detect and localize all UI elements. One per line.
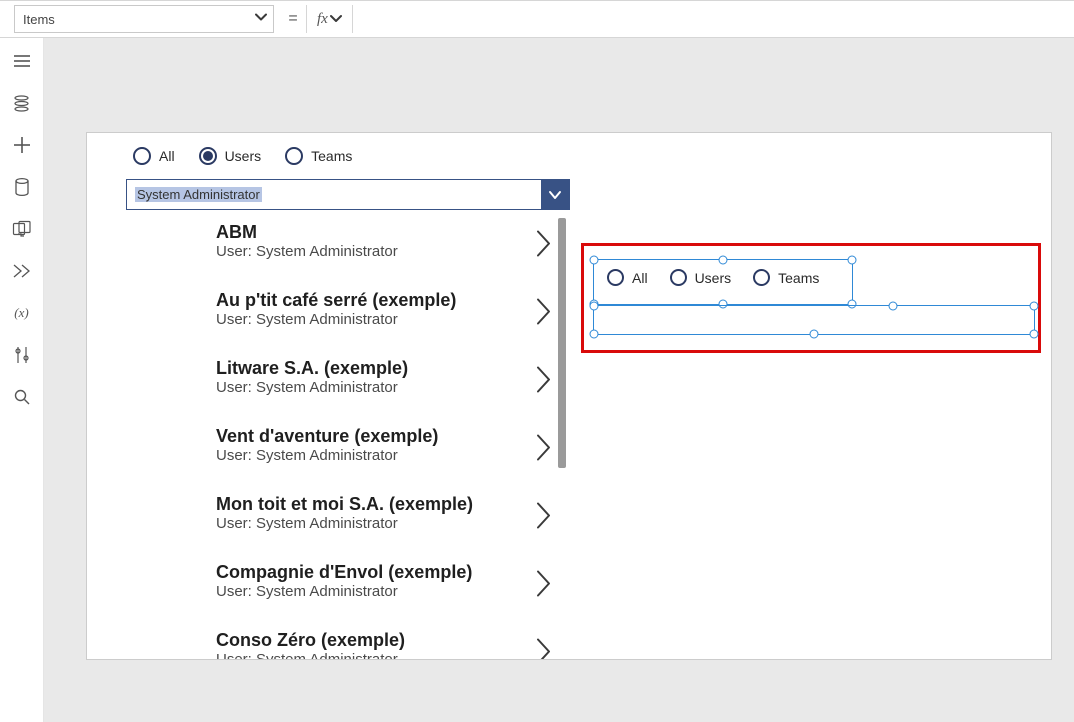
radio-label: Users [695,270,732,286]
radio-label: All [632,270,648,286]
item-title: ABM [216,222,556,243]
item-subtitle: User: System Administrator [216,515,556,532]
radio-label: Teams [778,270,819,286]
item-title: Conso Zéro (exemple) [216,630,556,651]
scrollbar[interactable] [556,212,570,659]
user-dropdown-value: System Administrator [127,180,541,209]
dropdown-toggle[interactable] [541,180,569,209]
radio-all[interactable]: All [133,147,175,165]
chevron-down-icon [255,12,267,27]
advanced-tools-icon[interactable] [13,346,31,364]
power-automate-icon[interactable] [13,262,31,280]
scroll-thumb[interactable] [558,218,566,468]
item-subtitle: User: System Administrator [216,379,556,396]
radio-ring-icon [607,269,624,286]
radio-label: Teams [311,148,352,164]
list-item[interactable]: Litware S.A. (exemple)User: System Admin… [126,348,556,416]
formula-input[interactable] [352,5,1074,33]
formula-bar: Items = fx [0,0,1074,38]
item-title: Litware S.A. (exemple) [216,358,556,379]
item-title: Vent d'aventure (exemple) [216,426,556,447]
item-subtitle: User: System Administrator [216,447,556,464]
canvas-area[interactable]: AllUsersTeams System Administrator ABMUs… [44,38,1074,722]
fx-icon: fx [317,11,328,28]
hamburger-icon[interactable] [13,52,31,70]
variables-icon[interactable]: (x) [13,304,31,322]
item-subtitle: User: System Administrator [216,583,556,600]
chevron-right-icon[interactable] [536,366,552,399]
chevron-right-icon[interactable] [536,298,552,331]
filter-radio-group: All Users Teams [133,147,352,165]
list-item[interactable]: Au p'tit café serré (exemple)User: Syste… [126,280,556,348]
radio-users[interactable]: Users [670,269,732,286]
chevron-right-icon[interactable] [536,570,552,603]
radio-teams[interactable]: Teams [753,269,819,286]
tree-view-icon[interactable] [13,94,31,112]
list-item[interactable]: Compagnie d'Envol (exemple)User: System … [126,552,556,620]
chevron-down-icon [330,13,342,25]
radio-label: All [159,148,175,164]
app-canvas[interactable]: AllUsersTeams System Administrator ABMUs… [86,132,1052,660]
chevron-right-icon[interactable] [536,230,552,263]
item-title: Mon toit et moi S.A. (exemple) [216,494,556,515]
property-select-value: Items [23,12,55,27]
item-subtitle: User: System Administrator [216,243,556,260]
radio-all[interactable]: All [607,269,648,286]
list-item[interactable]: ABMUser: System Administrator [126,212,556,280]
list-item[interactable]: Mon toit et moi S.A. (exemple)User: Syst… [126,484,556,552]
data-icon[interactable] [13,178,31,196]
radio-teams[interactable]: Teams [285,147,352,165]
fx-button[interactable]: fx [306,5,352,33]
chevron-right-icon[interactable] [536,502,552,535]
item-title: Compagnie d'Envol (exemple) [216,562,556,583]
list-item[interactable]: Vent d'aventure (exemple)User: System Ad… [126,416,556,484]
search-icon[interactable] [13,388,31,406]
item-subtitle: User: System Administrator [216,311,556,328]
left-rail: (x) [0,38,44,722]
filter-radio-group-new[interactable]: All Users Teams [593,259,853,305]
item-subtitle: User: System Administrator [216,651,556,659]
accounts-gallery: ABMUser: System AdministratorAu p'tit ca… [126,212,570,659]
property-select[interactable]: Items [14,5,274,33]
chevron-right-icon[interactable] [536,638,552,660]
item-title: Au p'tit café serré (exemple) [216,290,556,311]
chevron-right-icon[interactable] [536,434,552,467]
radio-ring-icon [133,147,151,165]
workspace: (x) All Users Teams System Administrator A… [0,38,1074,722]
radio-ring-icon [285,147,303,165]
radio-ring-icon [670,269,687,286]
list-item[interactable]: Conso Zéro (exemple)User: System Adminis… [126,620,556,659]
radio-label: Users [225,148,262,164]
equals-label: = [280,10,306,28]
user-dropdown[interactable]: System Administrator [126,179,570,210]
radio-ring-icon [753,269,770,286]
media-icon[interactable] [13,220,31,238]
radio-ring-icon [199,147,217,165]
radio-users[interactable]: Users [199,147,262,165]
radio-dot-icon [203,151,213,161]
insert-icon[interactable] [13,136,31,154]
